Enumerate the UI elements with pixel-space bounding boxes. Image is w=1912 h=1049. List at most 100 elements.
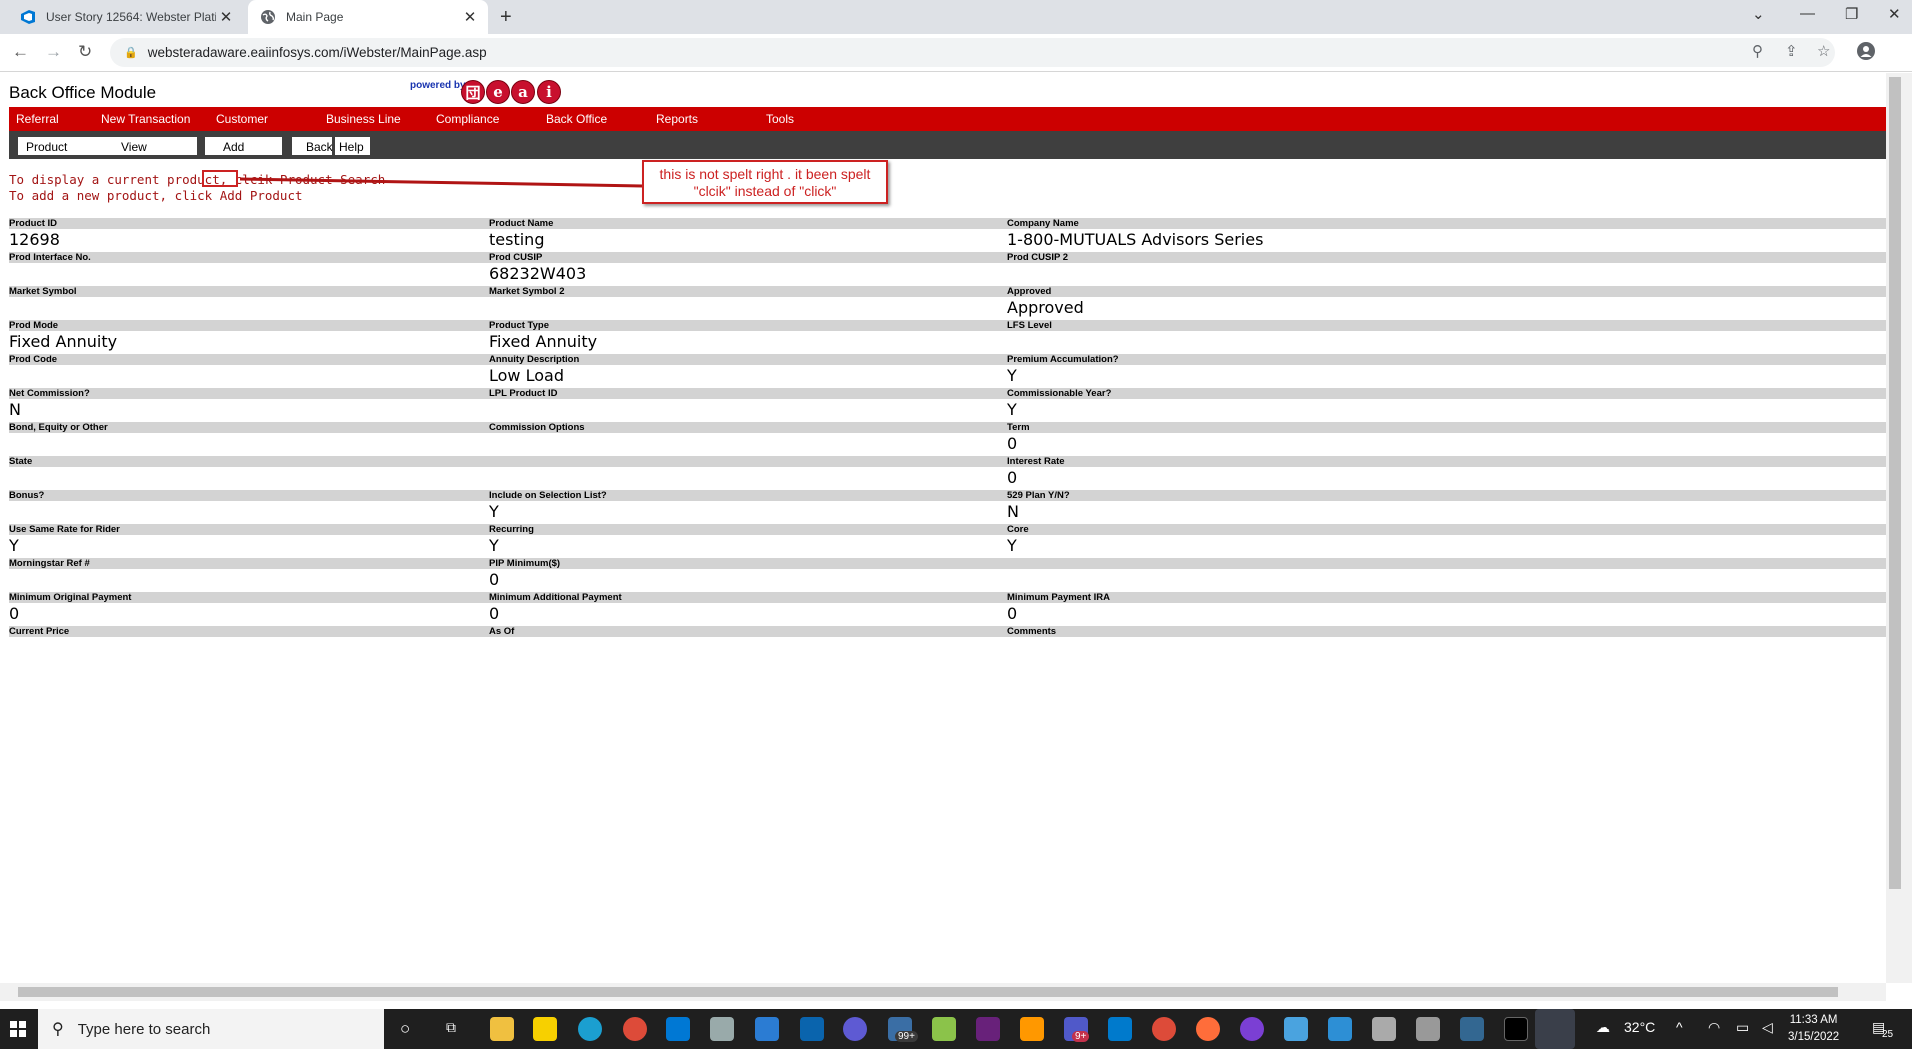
field-label: Premium Accumulation? bbox=[1007, 354, 1119, 365]
tab-main-page[interactable]: Main Page ✕ bbox=[248, 0, 488, 34]
subnav-help[interactable]: Help bbox=[332, 137, 370, 155]
nav-tools[interactable]: Tools bbox=[766, 112, 794, 126]
wifi-icon[interactable]: ◠ bbox=[1708, 1019, 1720, 1036]
taskbar-search-input[interactable]: ⚲ Type here to search bbox=[38, 1009, 384, 1049]
horizontal-scrollbar[interactable] bbox=[0, 983, 1886, 1001]
annotation-text: this is not spelt right . it been spelt bbox=[659, 166, 871, 182]
nav-new-transaction[interactable]: New Transaction bbox=[101, 112, 190, 126]
close-window-icon[interactable]: ✕ bbox=[1888, 5, 1901, 23]
reload-icon[interactable]: ↻ bbox=[78, 42, 92, 62]
field-label: State bbox=[9, 456, 33, 467]
location-icon[interactable]: ⚲ bbox=[1752, 42, 1763, 60]
restore-icon[interactable]: ❐ bbox=[1845, 5, 1858, 23]
tab-user-story[interactable]: User Story 12564: Webster Platin ✕ bbox=[8, 0, 244, 34]
field-value: 0 bbox=[1007, 434, 1018, 453]
weather-icon[interactable]: ☁ bbox=[1596, 1019, 1610, 1036]
postgres-icon[interactable] bbox=[1460, 1017, 1484, 1041]
field-value: Approved bbox=[1007, 298, 1084, 317]
field-label: Minimum Original Payment bbox=[9, 592, 132, 603]
onenote-icon[interactable] bbox=[755, 1017, 779, 1041]
subnav-view[interactable]: View bbox=[103, 137, 197, 155]
field-row: Bond, Equity or Other Commission Options T… bbox=[9, 422, 1886, 456]
visual-studio-icon[interactable] bbox=[976, 1017, 1000, 1041]
close-icon[interactable]: ✕ bbox=[460, 8, 480, 26]
field-value: 68232W403 bbox=[489, 264, 587, 283]
forward-icon[interactable]: → bbox=[45, 42, 62, 62]
field-label: Market Symbol 2 bbox=[489, 286, 565, 297]
field-row: Product ID 12698 Product Name testing Compan… bbox=[9, 218, 1886, 252]
app-icon[interactable] bbox=[1196, 1017, 1220, 1041]
app-icon[interactable] bbox=[932, 1017, 956, 1041]
terminal-icon[interactable] bbox=[1504, 1017, 1528, 1041]
globe-icon bbox=[260, 9, 276, 25]
bookmark-star-icon[interactable]: ☆ bbox=[1817, 42, 1830, 60]
typo-highlight-box bbox=[202, 170, 238, 187]
outlook-icon[interactable] bbox=[800, 1017, 824, 1041]
share-icon[interactable]: ⇪ bbox=[1785, 42, 1798, 60]
field-label: Prod CUSIP bbox=[489, 252, 543, 263]
cortana-icon[interactable]: ○ bbox=[400, 1019, 410, 1039]
scrollbar-thumb[interactable] bbox=[1889, 77, 1901, 889]
chrome-icon[interactable] bbox=[1152, 1017, 1176, 1041]
database-icon[interactable] bbox=[1416, 1017, 1440, 1041]
minimize-icon[interactable]: — bbox=[1800, 5, 1815, 22]
nav-business-line[interactable]: Business Line bbox=[326, 112, 401, 126]
field-label: Annuity Description bbox=[489, 354, 580, 365]
close-icon[interactable]: ✕ bbox=[216, 8, 236, 26]
subnav-back[interactable]: Back bbox=[282, 137, 333, 155]
subnav-add[interactable]: Add bbox=[197, 137, 282, 155]
vscode-icon[interactable] bbox=[1108, 1017, 1132, 1041]
nav-reports[interactable]: Reports bbox=[656, 112, 698, 126]
battery-icon[interactable]: ▭ bbox=[1736, 1019, 1749, 1036]
subnav-product[interactable]: Product bbox=[18, 137, 103, 155]
field-value: N bbox=[1007, 502, 1019, 521]
github-icon[interactable] bbox=[1240, 1017, 1264, 1041]
sub-nav: Product View Add Back Help bbox=[9, 131, 1886, 159]
field-row: Bonus? Include on Selection List? Y 529 Pla… bbox=[9, 490, 1886, 524]
notepad-icon[interactable] bbox=[710, 1017, 734, 1041]
label-band bbox=[9, 320, 1886, 331]
field-row: Morningstar Ref # PIP Minimum($) 0 bbox=[9, 558, 1886, 592]
store-icon[interactable] bbox=[666, 1017, 690, 1041]
chrome-icon[interactable] bbox=[623, 1017, 647, 1041]
field-row: Minimum Original Payment 0 Minimum Additio… bbox=[9, 592, 1886, 626]
instruction-add-product: To add a new product, click Add Product bbox=[9, 188, 303, 203]
chevron-up-icon[interactable]: ^ bbox=[1676, 1019, 1683, 1035]
profile-avatar-icon[interactable] bbox=[1857, 42, 1875, 64]
app-icon[interactable] bbox=[1284, 1017, 1308, 1041]
taskbar-clock[interactable]: 11:33 AM 3/15/2022 bbox=[1788, 1012, 1839, 1046]
chevron-down-icon[interactable]: ⌄ bbox=[1752, 5, 1765, 23]
nav-customer[interactable]: Customer bbox=[216, 112, 268, 126]
volume-icon[interactable]: ◁ bbox=[1762, 1019, 1773, 1036]
scrollbar-thumb[interactable] bbox=[18, 987, 1838, 997]
nav-compliance[interactable]: Compliance bbox=[436, 112, 499, 126]
tab-strip: User Story 12564: Webster Platin ✕ Main … bbox=[0, 0, 1912, 34]
field-row: Current Price As Of Comments bbox=[9, 626, 1886, 660]
new-tab-icon[interactable]: + bbox=[500, 6, 512, 29]
teams-badge: 9+ bbox=[1072, 1031, 1090, 1042]
field-label: 529 Plan Y/N? bbox=[1007, 490, 1070, 501]
field-value: 12698 bbox=[9, 230, 60, 249]
address-bar[interactable]: 🔒 websteradaware.eaiinfosys.com/iWebster… bbox=[110, 38, 1835, 67]
nav-referral[interactable]: Referral bbox=[16, 112, 59, 126]
label-band bbox=[9, 592, 1886, 603]
nav-back-office[interactable]: Back Office bbox=[546, 112, 607, 126]
vertical-scrollbar[interactable] bbox=[1886, 73, 1912, 983]
database-icon[interactable] bbox=[1372, 1017, 1396, 1041]
app-icon[interactable] bbox=[1020, 1017, 1044, 1041]
label-band bbox=[9, 422, 1886, 433]
app-icon[interactable] bbox=[1328, 1017, 1352, 1041]
url-text: websteradaware.eaiinfosys.com/iWebster/M… bbox=[147, 45, 487, 60]
task-view-icon[interactable]: ⧉ bbox=[446, 1019, 456, 1036]
field-label: Product Name bbox=[489, 218, 554, 229]
weather-temp[interactable]: 32°C bbox=[1624, 1019, 1655, 1035]
remote-desktop-icon[interactable] bbox=[1535, 1009, 1575, 1049]
file-explorer-icon[interactable] bbox=[490, 1017, 514, 1041]
back-icon[interactable]: ← bbox=[12, 42, 29, 62]
app-icon[interactable] bbox=[843, 1017, 867, 1041]
edge-icon[interactable] bbox=[578, 1017, 602, 1041]
windows-start-icon[interactable] bbox=[0, 1009, 36, 1049]
field-value: 0 bbox=[489, 604, 500, 623]
sticky-notes-icon[interactable] bbox=[533, 1017, 557, 1041]
label-band bbox=[9, 354, 1886, 365]
